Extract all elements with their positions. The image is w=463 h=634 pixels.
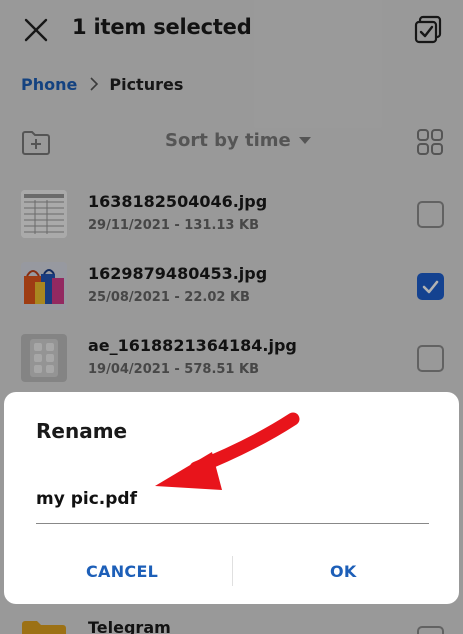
dialog-title: Rename xyxy=(36,419,128,443)
ok-button[interactable]: OK xyxy=(330,562,357,581)
cancel-button[interactable]: CANCEL xyxy=(86,562,158,581)
button-divider xyxy=(232,556,233,586)
annotation-arrow-icon xyxy=(155,412,300,490)
input-underline xyxy=(36,523,429,524)
